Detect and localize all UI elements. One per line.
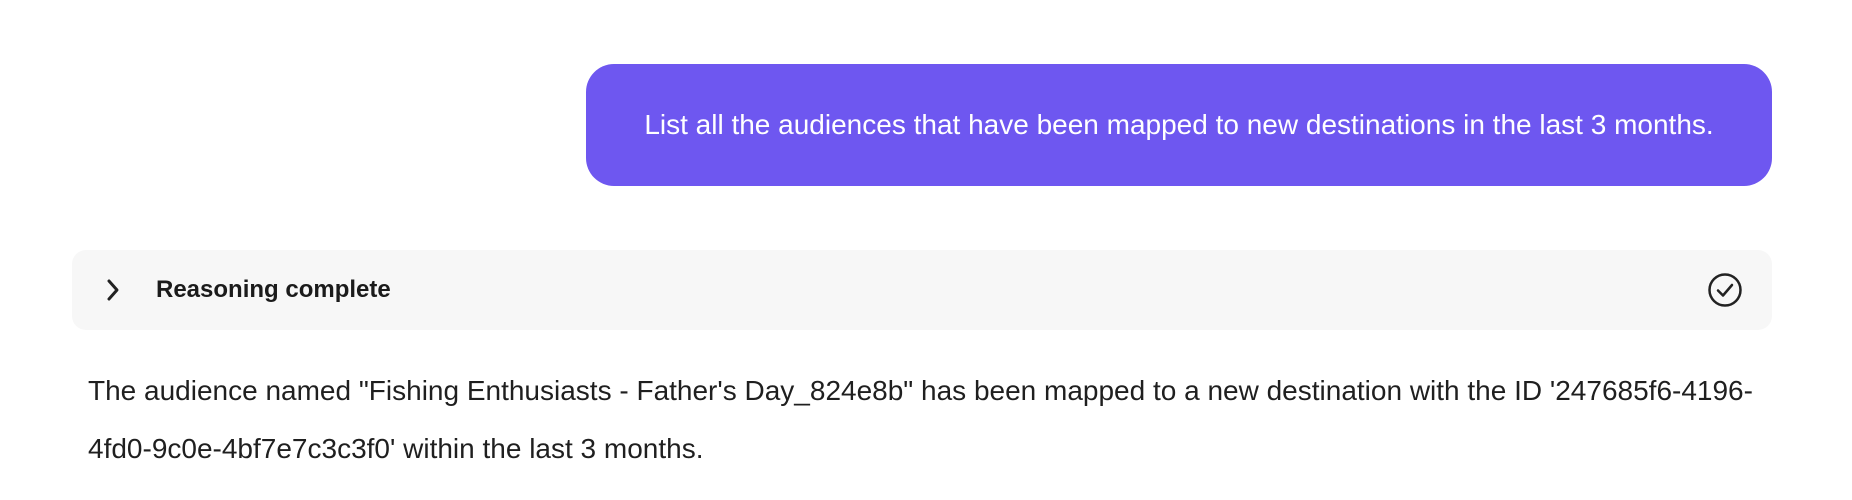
reasoning-panel[interactable]: Reasoning complete xyxy=(72,250,1772,330)
chat-thread: List all the audiences that have been ma… xyxy=(0,0,1852,500)
user-message-text: List all the audiences that have been ma… xyxy=(644,109,1714,140)
reasoning-status-label: Reasoning complete xyxy=(156,276,391,303)
user-message-bubble: List all the audiences that have been ma… xyxy=(586,64,1772,186)
chevron-right-icon[interactable] xyxy=(98,275,128,305)
assistant-response-text: The audience named "Fishing Enthusiasts … xyxy=(88,375,1753,464)
check-circle-icon xyxy=(1706,271,1744,309)
